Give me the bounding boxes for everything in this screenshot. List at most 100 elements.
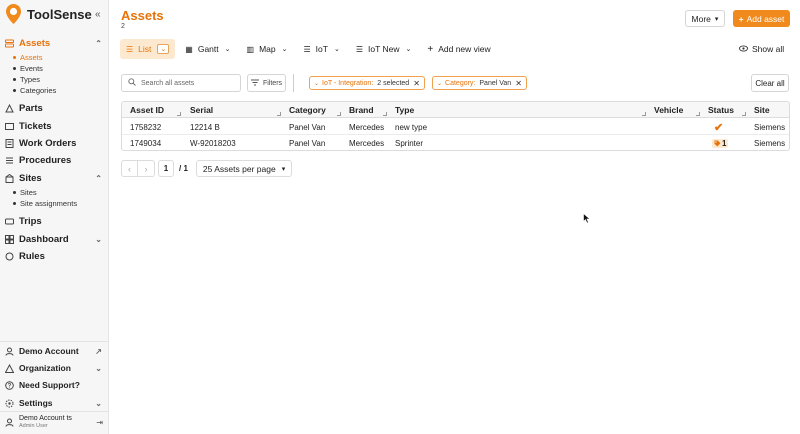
sidebar-item-support[interactable]: ? Need Support? (5, 378, 104, 392)
show-all-button[interactable]: Show all (739, 44, 784, 54)
sidebar-item-sites[interactable]: Sites ⌃ (5, 171, 104, 185)
chevron-down-icon[interactable]: ⌄ (95, 364, 102, 373)
sidebar-item-assets[interactable]: Assets ⌃ (5, 36, 104, 50)
tab-iot[interactable]: ☰ IoT ⌄ (298, 39, 346, 59)
search-input[interactable]: Search all assets (121, 74, 241, 92)
chevron-down-icon[interactable]: ⌄ (334, 45, 340, 53)
column-resize-handle[interactable] (337, 112, 341, 116)
tab-list[interactable]: ☰ List ⌄ (120, 39, 176, 59)
double-chevron-left-icon[interactable]: « (95, 9, 101, 20)
sidebar-item-work-orders[interactable]: Work Orders (5, 136, 104, 150)
chevron-down-icon[interactable]: ⌄ (157, 44, 170, 54)
filter-chip-category[interactable]: ⌄ Category: Panel Van ✕ (432, 76, 527, 90)
chevron-up-icon[interactable]: ⌃ (95, 174, 102, 183)
sidebar-item-demo-account[interactable]: Demo Account ↗ (5, 344, 104, 358)
external-link-icon[interactable]: ↗ (95, 347, 102, 356)
sidebar-item-label: Sites (19, 172, 42, 184)
chevron-up-icon[interactable]: ⌃ (95, 39, 102, 48)
sidebar-item-label: Trips (19, 215, 42, 227)
tab-map[interactable]: ▥ Map ⌄ (241, 39, 294, 59)
toolsense-logo-icon (6, 4, 21, 24)
subnav-types[interactable]: Types (13, 75, 40, 84)
logout-icon[interactable]: ⇥ (96, 418, 103, 427)
add-new-view-button[interactable]: + Add new view (421, 39, 496, 59)
filter-chip-iot-integration[interactable]: ⌄ IoT - Integration: 2 selected ✕ (309, 76, 425, 90)
sidebar-item-settings[interactable]: Settings ⌄ (5, 396, 104, 410)
column-resize-handle[interactable] (383, 112, 387, 116)
column-header-status[interactable]: Status (708, 102, 734, 118)
column-header-asset-id[interactable]: Asset ID (130, 102, 164, 118)
sidebar-item-parts[interactable]: Parts (5, 101, 104, 115)
calendar-icon: ▦ (185, 44, 193, 54)
sidebar-item-tickets[interactable]: Tickets (5, 119, 104, 133)
table-row[interactable]: 1749034 W-92018203 Panel Van Mercedes Sp… (122, 135, 789, 150)
pagination: ‹ › 1 / 1 25 Assets per page ▾ (121, 160, 293, 177)
cell-asset-id: 1758232 (130, 122, 162, 132)
column-header-brand[interactable]: Brand (349, 102, 374, 118)
column-header-serial[interactable]: Serial (190, 102, 213, 118)
column-resize-handle[interactable] (742, 112, 746, 116)
caret-down-icon: ▾ (281, 165, 286, 173)
subnav-events[interactable]: Events (13, 64, 43, 73)
close-icon[interactable]: ✕ (413, 79, 420, 88)
sidebar-item-label: Assets (19, 37, 51, 49)
column-header-type[interactable]: Type (395, 102, 414, 118)
next-page-button[interactable]: › (138, 160, 155, 177)
user-profile[interactable]: Demo Account ts Admin User ⇥ (5, 415, 104, 431)
chevron-down-icon[interactable]: ⌄ (282, 45, 288, 53)
mouse-cursor-icon (583, 213, 591, 224)
sidebar-item-rules[interactable]: Rules (5, 249, 104, 263)
user-icon (5, 347, 14, 356)
column-header-category[interactable]: Category (289, 102, 326, 118)
subnav-categories[interactable]: Categories (13, 86, 56, 95)
subnav-sites[interactable]: Sites (13, 188, 37, 197)
sidebar-item-procedures[interactable]: Procedures (5, 153, 104, 167)
sidebar-item-label: Need Support? (19, 380, 80, 390)
assets-table: Asset ID Serial Category Brand Type Vehi… (121, 101, 790, 151)
rules-icon (5, 252, 14, 261)
dashboard-icon (5, 234, 14, 244)
page-total: / 1 (179, 164, 188, 173)
column-header-site[interactable]: Site (754, 102, 770, 118)
column-resize-handle[interactable] (277, 112, 281, 116)
cell-type: new type (395, 122, 428, 132)
chevron-down-icon[interactable]: ⌄ (225, 45, 231, 53)
chevron-down-icon[interactable]: ⌄ (95, 235, 102, 244)
column-header-vehicle[interactable]: Vehicle (654, 102, 683, 118)
tab-iot-new[interactable]: ☰ IoT New ⌄ (350, 39, 418, 59)
plus-icon: + (427, 43, 434, 55)
brand-name: ToolSense (27, 6, 92, 22)
column-resize-handle[interactable] (177, 112, 181, 116)
user-role: Admin User (19, 423, 48, 429)
add-asset-button[interactable]: + Add asset (733, 10, 790, 27)
prev-page-button[interactable]: ‹ (121, 160, 138, 177)
sidebar-item-label: Dashboard (19, 233, 69, 245)
chevron-down-icon[interactable]: ⌄ (95, 399, 102, 408)
plus-icon: + (738, 13, 744, 24)
column-resize-handle[interactable] (696, 112, 700, 116)
cell-type: Sprinter (395, 138, 424, 148)
close-icon[interactable]: ✕ (515, 79, 522, 88)
tab-gantt[interactable]: ▦ Gantt ⌄ (179, 39, 236, 59)
table-row[interactable]: 1758232 12214 B Panel Van Mercedes new t… (122, 119, 789, 135)
organization-icon (4, 363, 15, 373)
subnav-site-assignments[interactable]: Site assignments (13, 199, 77, 208)
status-badge[interactable]: 1 (712, 138, 729, 148)
brand-logo[interactable]: ToolSense (5, 3, 92, 25)
chevron-down-icon[interactable]: ⌄ (406, 45, 412, 53)
sidebar-item-trips[interactable]: Trips (5, 214, 104, 228)
per-page-select[interactable]: 25 Assets per page ▾ (195, 160, 293, 177)
page-number[interactable]: 1 (158, 160, 174, 177)
cell-status: 1 (712, 135, 729, 150)
column-resize-handle[interactable] (642, 112, 646, 116)
sidebar-divider (0, 411, 109, 412)
search-placeholder: Search all assets (141, 79, 195, 87)
filters-button[interactable]: Filters (247, 74, 286, 92)
subnav-assets[interactable]: Assets (13, 53, 43, 62)
more-button[interactable]: More ▾ (685, 10, 725, 27)
sidebar-item-dashboard[interactable]: Dashboard ⌄ (5, 232, 104, 246)
sidebar-item-organization[interactable]: Organization ⌄ (4, 361, 104, 375)
clear-all-button[interactable]: Clear all (751, 74, 789, 92)
sidebar: ToolSense « Assets ⌃ Assets Events Types… (0, 0, 109, 434)
trips-icon (5, 217, 14, 226)
